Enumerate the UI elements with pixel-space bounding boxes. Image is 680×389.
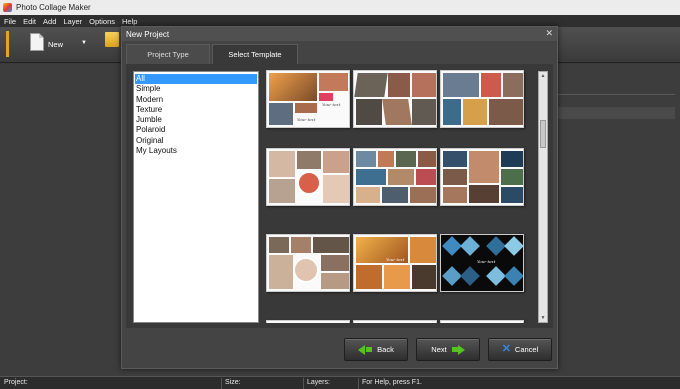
close-icon[interactable]: ✕ [545,28,553,39]
category-list[interactable]: All Simple Modern Texture Jumble Polaroi… [133,71,259,323]
menu-edit[interactable]: Edit [23,17,36,26]
template-caption: Your text [322,102,341,107]
category-item-all[interactable]: All [135,74,257,85]
template-caption: Your text [477,259,496,264]
scroll-up-icon[interactable]: ▲ [539,72,547,80]
template-thumbnail[interactable]: Your text [353,234,437,292]
category-item-modern[interactable]: Modern [135,95,257,105]
template-thumbnail[interactable] [266,148,350,206]
dialog-title: New Project [126,29,170,39]
new-document-icon [30,33,44,51]
cancel-x-icon: ✕ [501,343,511,355]
template-thumbnail[interactable] [353,148,437,206]
dialog-title-bar: New Project ✕ [122,27,557,41]
template-thumbnail[interactable] [440,70,524,128]
new-dropdown-icon[interactable]: ▼ [81,40,87,46]
menu-help[interactable]: Help [122,17,137,26]
category-item-simple[interactable]: Simple [135,84,257,94]
template-caption: Your text [297,117,316,122]
tab-project-type[interactable]: Project Type [126,44,210,64]
status-layers: Layers: [307,379,330,386]
template-grid: Your text Your text Your text Your text [266,70,536,323]
status-help: For Help, press F1. [362,379,422,386]
window-title-bar: Photo Collage Maker [0,0,680,15]
menu-file[interactable]: File [4,17,16,26]
template-thumbnail[interactable] [353,320,437,323]
template-thumbnail[interactable] [266,234,350,292]
workspace-panel [557,107,675,119]
menu-options[interactable]: Options [89,17,115,26]
template-panel: All Simple Modern Texture Jumble Polaroi… [126,64,553,328]
template-thumbnail[interactable] [440,320,524,323]
template-thumbnail[interactable] [440,148,524,206]
new-button-label: New [48,40,64,49]
workspace-divider [557,94,675,95]
category-item-my-layouts[interactable]: My Layouts [135,146,257,156]
window-title: Photo Collage Maker [16,3,91,12]
scrollbar-thumb[interactable] [540,120,546,148]
menu-layer[interactable]: Layer [63,17,82,26]
template-thumbnail[interactable]: Your text Your text [266,70,350,128]
category-item-original[interactable]: Original [135,136,257,146]
open-folder-icon[interactable] [105,32,119,47]
new-project-dialog: New Project ✕ Project Type Select Templa… [121,26,558,369]
toolbar-accent [6,31,9,57]
tab-select-template[interactable]: Select Template [212,44,298,64]
back-button-label: Back [377,345,394,354]
cancel-button[interactable]: ✕ Cancel [488,338,552,361]
cancel-button-label: Cancel [514,345,539,354]
template-thumbnail[interactable] [266,320,350,323]
next-button-label: Next [431,345,447,354]
next-button[interactable]: Next [416,338,480,361]
template-thumbnail[interactable]: Your text [440,234,524,292]
category-item-jumble[interactable]: Jumble [135,115,257,125]
status-bar: Project: Size: Layers: For Help, press F… [0,376,680,389]
status-size: Size: [225,379,241,386]
app-icon [3,3,12,12]
next-arrow-icon [457,344,465,355]
scroll-down-icon[interactable]: ▼ [539,314,547,322]
category-item-polaroid[interactable]: Polaroid [135,125,257,135]
template-caption: Your text [386,257,405,262]
category-item-texture[interactable]: Texture [135,105,257,115]
back-arrow-icon [358,344,366,355]
template-thumbnail[interactable] [353,70,437,128]
status-project: Project: [4,379,28,386]
new-button[interactable]: New [30,31,64,59]
back-button[interactable]: Back [344,338,408,361]
menu-add[interactable]: Add [43,17,56,26]
template-scrollbar[interactable]: ▲ ▼ [538,71,548,323]
